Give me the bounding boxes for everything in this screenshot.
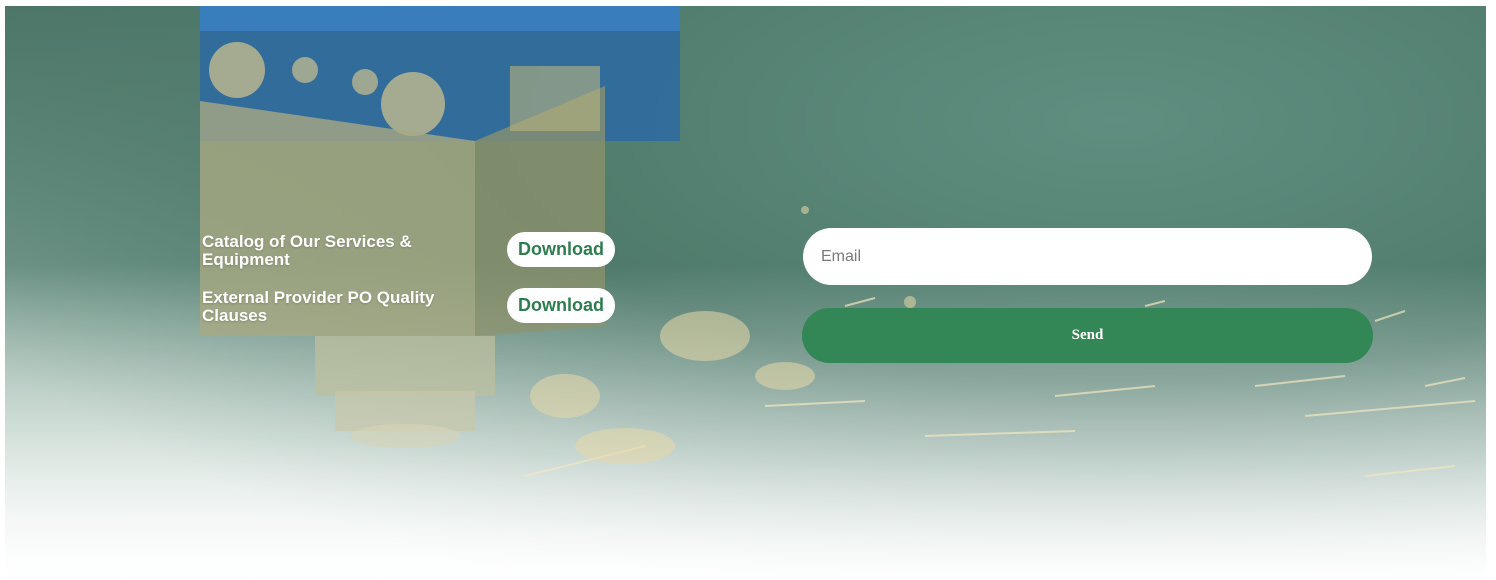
send-button[interactable]: Send [802, 308, 1373, 363]
catalog-download-button[interactable]: Download [507, 232, 615, 267]
po-clauses-row: External Provider PO Quality Clauses Dow… [202, 288, 615, 325]
email-input[interactable] [803, 228, 1372, 285]
catalog-row: Catalog of Our Services & Equipment Down… [202, 232, 615, 269]
po-clauses-label: External Provider PO Quality Clauses [202, 288, 435, 325]
catalog-label: Catalog of Our Services & Equipment [202, 232, 412, 269]
hero-background: Catalog of Our Services & Equipment Down… [5, 6, 1486, 580]
po-clauses-download-button[interactable]: Download [507, 288, 615, 323]
